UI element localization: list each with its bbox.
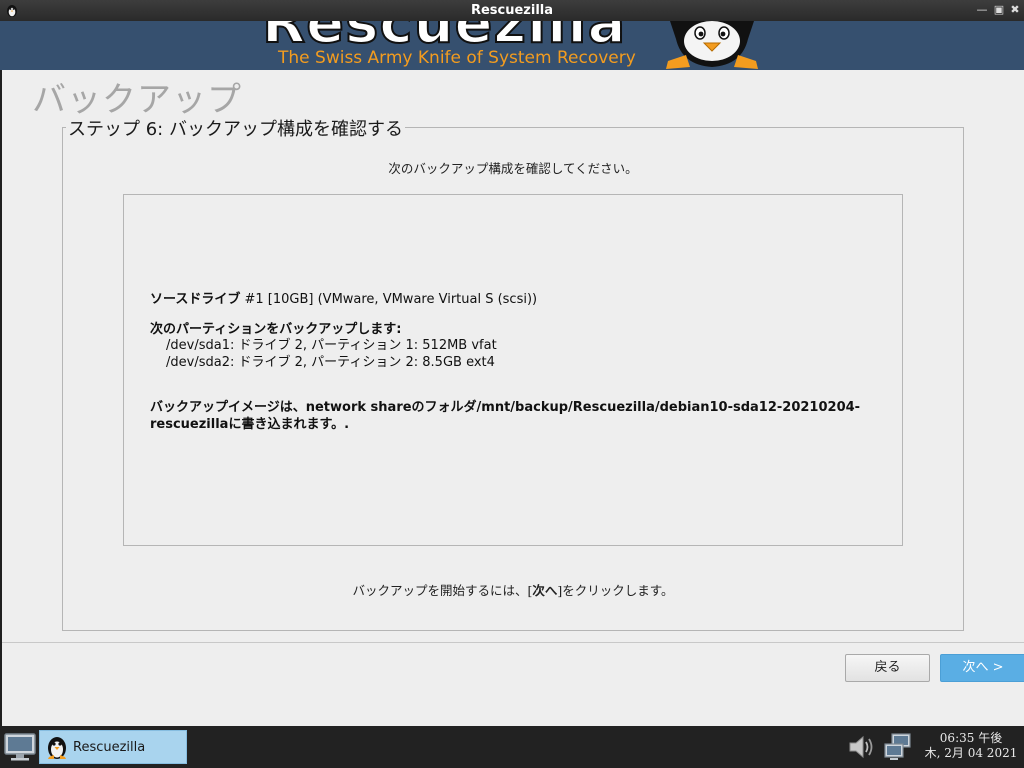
source-drive-line: ソースドライブ #1 [10GB] (VMware, VMware Virtua… [150, 291, 537, 308]
destination-line: バックアップイメージは、network shareのフォルダ/mnt/backu… [150, 400, 861, 415]
maximize-icon[interactable]: ▣ [992, 3, 1006, 17]
clock-time: 06:35 午後 [939, 731, 1003, 745]
backup-summary: ソースドライブ #1 [10GB] (VMware, VMware Virtua… [123, 194, 903, 546]
next-button[interactable]: 次へ > [940, 654, 1024, 682]
taskbar: Rescuezilla 06:35 午後 木, 2月 04 2021 [0, 726, 1024, 768]
close-icon[interactable]: ✖ [1008, 3, 1022, 17]
network-icon[interactable] [882, 731, 914, 763]
page-title: バックアップ [32, 80, 242, 120]
minimize-icon[interactable]: — [975, 3, 989, 17]
instruction-text: ]をクリックします。 [557, 583, 674, 598]
banner-tagline: The Swiss Army Knife of System Recovery [278, 48, 636, 68]
taskbar-item-rescuezilla[interactable]: Rescuezilla [39, 730, 187, 764]
partition-item: /dev/sda2: ドライブ 2, パーティション 2: 8.5GB ext4 [166, 355, 495, 370]
partitions-label: 次のパーティションをバックアップします: [150, 322, 402, 337]
main-content: バックアップ ステップ 6: バックアップ構成を確認する 次のバックアップ構成を… [2, 70, 1024, 726]
instruction-text: バックアップを開始するには、[ [352, 583, 533, 598]
instruction-next-word: 次へ [532, 583, 558, 598]
clock-date: 木, 2月 04 2021 [924, 746, 1018, 760]
footer-divider [2, 642, 1024, 643]
start-instruction: バックアップを開始するには、[次へ]をクリックします。 [62, 580, 964, 599]
volume-icon[interactable] [846, 733, 876, 761]
partition-item: /dev/sda1: ドライブ 2, パーティション 1: 512MB vfat [166, 338, 497, 353]
show-desktop-icon[interactable] [3, 731, 37, 763]
confirm-subtitle: 次のバックアップ構成を確認してください。 [388, 161, 638, 176]
step-title: ステップ 6: バックアップ構成を確認する [66, 115, 405, 141]
rescuezilla-task-icon [48, 737, 66, 759]
back-button[interactable]: 戻る [845, 654, 930, 682]
taskbar-item-label: Rescuezilla [73, 740, 146, 755]
destination-line: rescuezillaに書き込まれます。. [150, 417, 350, 432]
rescuezilla-banner: Rescuezilla The Swiss Army Knife of Syst… [0, 21, 1024, 70]
source-drive-label: ソースドライブ [150, 292, 241, 307]
window-titlebar[interactable]: Rescuezilla — ▣ ✖ [0, 0, 1024, 21]
penguin-mascot-icon [666, 21, 758, 69]
window-title: Rescuezilla [470, 3, 554, 18]
clock[interactable]: 06:35 午後 木, 2月 04 2021 [918, 731, 1024, 761]
source-drive-value: #1 [10GB] (VMware, VMware Virtual S (scs… [240, 292, 538, 307]
